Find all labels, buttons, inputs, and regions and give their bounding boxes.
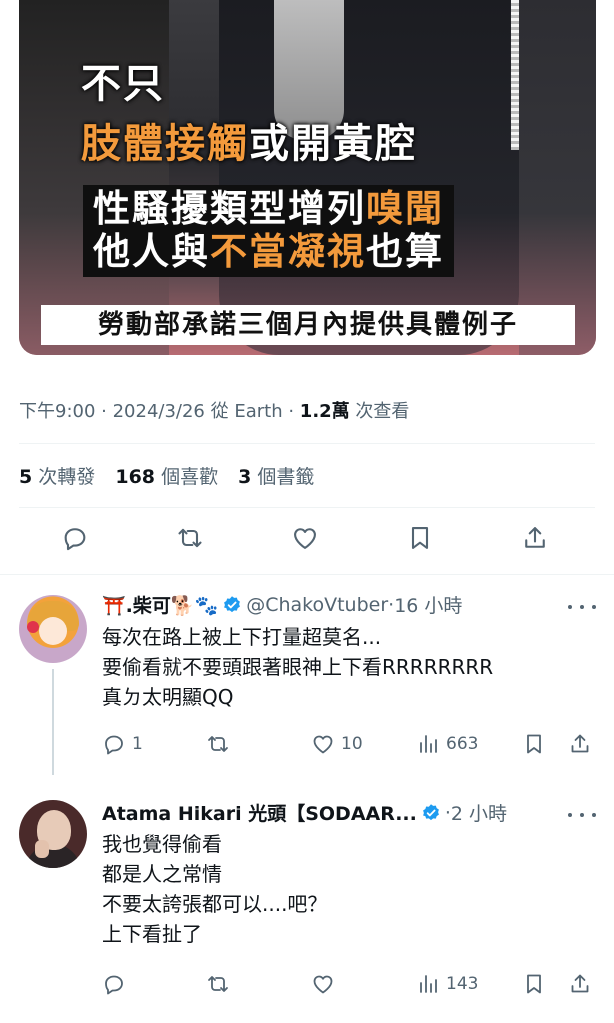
caption-highlight: 不當凝視 xyxy=(210,230,366,273)
retweet-icon xyxy=(208,976,228,992)
heart-icon xyxy=(294,528,316,549)
thread-line xyxy=(52,669,54,775)
reply-icon xyxy=(105,735,123,755)
reply-time[interactable]: 16 小時 xyxy=(394,591,462,618)
divider xyxy=(19,507,595,508)
views-label: 次查看 xyxy=(355,401,410,422)
caption-text: 他人與 xyxy=(93,230,210,273)
likes-count: 168 xyxy=(115,466,156,488)
reply-item[interactable]: Atama Hikari 光頭【SODAAR... · 2 小時 我也覺得偷看 都… xyxy=(0,785,614,1023)
verified-badge-icon xyxy=(421,803,441,823)
caption-strip: 勞動部承諾三個月內提供具體例子 xyxy=(41,305,575,345)
share-button[interactable] xyxy=(517,520,553,556)
reply-author-name[interactable]: ⛩️.柴可🐕🐾 xyxy=(102,591,218,618)
caption-line-3: 性騷擾類型增列嗅聞 xyxy=(83,185,454,234)
bookmark-icon xyxy=(527,974,541,994)
caption-text: 性騷擾類型增列 xyxy=(93,187,366,230)
avatar[interactable] xyxy=(19,595,87,663)
divider xyxy=(19,443,595,444)
share-icon xyxy=(571,734,589,753)
like-count: 10 xyxy=(341,734,363,754)
retweet-button[interactable] xyxy=(206,972,236,996)
caption-highlight: 嗅聞 xyxy=(366,187,444,230)
heart-icon xyxy=(313,735,333,754)
tweet-date[interactable]: 2024/3/26 xyxy=(113,401,205,422)
views-button[interactable]: 143 xyxy=(416,972,478,996)
likes-label: 個喜歡 xyxy=(161,466,219,488)
bookmark-button[interactable] xyxy=(522,972,552,996)
reply-button[interactable] xyxy=(102,972,132,996)
reply-count: 1 xyxy=(132,734,143,754)
caption-line-4: 他人與不當凝視也算 xyxy=(83,228,454,277)
verified-badge-icon xyxy=(222,595,242,615)
reply-item[interactable]: ⛩️.柴可🐕🐾 @ChakoVtuber · 16 小時 每次在路上被上下打量超莫名… xyxy=(0,575,614,785)
share-icon xyxy=(571,974,589,993)
share-button[interactable] xyxy=(568,972,598,996)
reply-icon xyxy=(64,528,86,551)
caption-text: 也算 xyxy=(366,230,444,273)
bookmarks-label: 個書籤 xyxy=(257,466,315,488)
views-button[interactable]: 663 xyxy=(416,732,478,756)
tweet-media-image[interactable]: 不只 肢體接觸或開黃腔 性騷擾類型增列嗅聞 他人與不當凝視也算 勞動部承諾三個月… xyxy=(19,0,596,355)
more-options-button[interactable] xyxy=(568,597,596,617)
retweet-button[interactable] xyxy=(172,520,208,556)
views-chart-icon xyxy=(420,975,437,993)
retweet-button[interactable] xyxy=(206,732,236,756)
like-button[interactable] xyxy=(311,972,341,996)
bookmarks-count: 3 xyxy=(238,466,252,488)
reply-button[interactable] xyxy=(57,520,93,556)
reply-author-handle[interactable]: @ChakoVtuber xyxy=(246,594,388,616)
heart-icon xyxy=(313,975,333,994)
caption-text: 或開黃腔 xyxy=(249,121,417,167)
bookmark-icon xyxy=(411,527,429,549)
bookmarks-stat[interactable]: 3 個書籤 xyxy=(238,466,314,488)
avatar[interactable] xyxy=(19,800,87,868)
likes-stat[interactable]: 168 個喜歡 xyxy=(115,466,218,488)
share-button[interactable] xyxy=(568,732,598,756)
tweet-source: 從 Earth xyxy=(210,401,283,422)
tweet-action-bar xyxy=(0,520,614,564)
more-options-button[interactable] xyxy=(568,805,596,825)
views-count: 1.2萬 xyxy=(299,401,350,422)
reposts-stat[interactable]: 5 次轉發 xyxy=(19,466,95,488)
reply-header: Atama Hikari 光頭【SODAAR... · 2 小時 xyxy=(102,799,507,826)
like-button[interactable] xyxy=(287,520,323,556)
bookmark-icon xyxy=(527,734,541,754)
tweet-stats: 5 次轉發 168 個喜歡 3 個書籤 xyxy=(19,462,314,489)
views-count: 143 xyxy=(446,974,479,994)
caption-line-2: 肢體接觸或開黃腔 xyxy=(81,124,417,164)
retweet-icon xyxy=(178,528,202,548)
reposts-count: 5 xyxy=(19,466,33,488)
caption-highlight: 肢體接觸 xyxy=(81,121,249,167)
reply-icon xyxy=(105,975,123,995)
reply-text: 我也覺得偷看 都是人之常情 不要太誇張都可以....吧？ 上下看扯了 xyxy=(102,832,328,946)
reply-button[interactable]: 1 xyxy=(102,732,143,756)
reply-header: ⛩️.柴可🐕🐾 @ChakoVtuber · 16 小時 xyxy=(102,591,462,618)
reply-action-bar: 143 xyxy=(102,972,596,1000)
like-button[interactable]: 10 xyxy=(311,732,363,756)
bookmark-button[interactable] xyxy=(522,732,552,756)
reply-author-name[interactable]: Atama Hikari 光頭【SODAAR... xyxy=(102,799,417,826)
tweet-meta: 下午9:00 · 2024/3/26 從 Earth · 1.2萬 次查看 xyxy=(19,401,410,422)
reply-text: 每次在路上被上下打量超莫名... 要偷看就不要頭跟著眼神上下看RRRRRRRR … xyxy=(102,625,494,709)
views-chart-icon xyxy=(420,735,437,753)
reposts-label: 次轉發 xyxy=(38,466,96,488)
share-icon xyxy=(525,527,545,548)
caption-line-1: 不只 xyxy=(81,61,165,107)
bookmark-button[interactable] xyxy=(402,520,438,556)
reply-time[interactable]: 2 小時 xyxy=(451,799,507,826)
retweet-icon xyxy=(208,736,228,752)
reply-action-bar: 1 10 663 xyxy=(102,732,596,760)
tweet-time[interactable]: 下午9:00 xyxy=(19,401,95,422)
views-count: 663 xyxy=(446,734,479,754)
